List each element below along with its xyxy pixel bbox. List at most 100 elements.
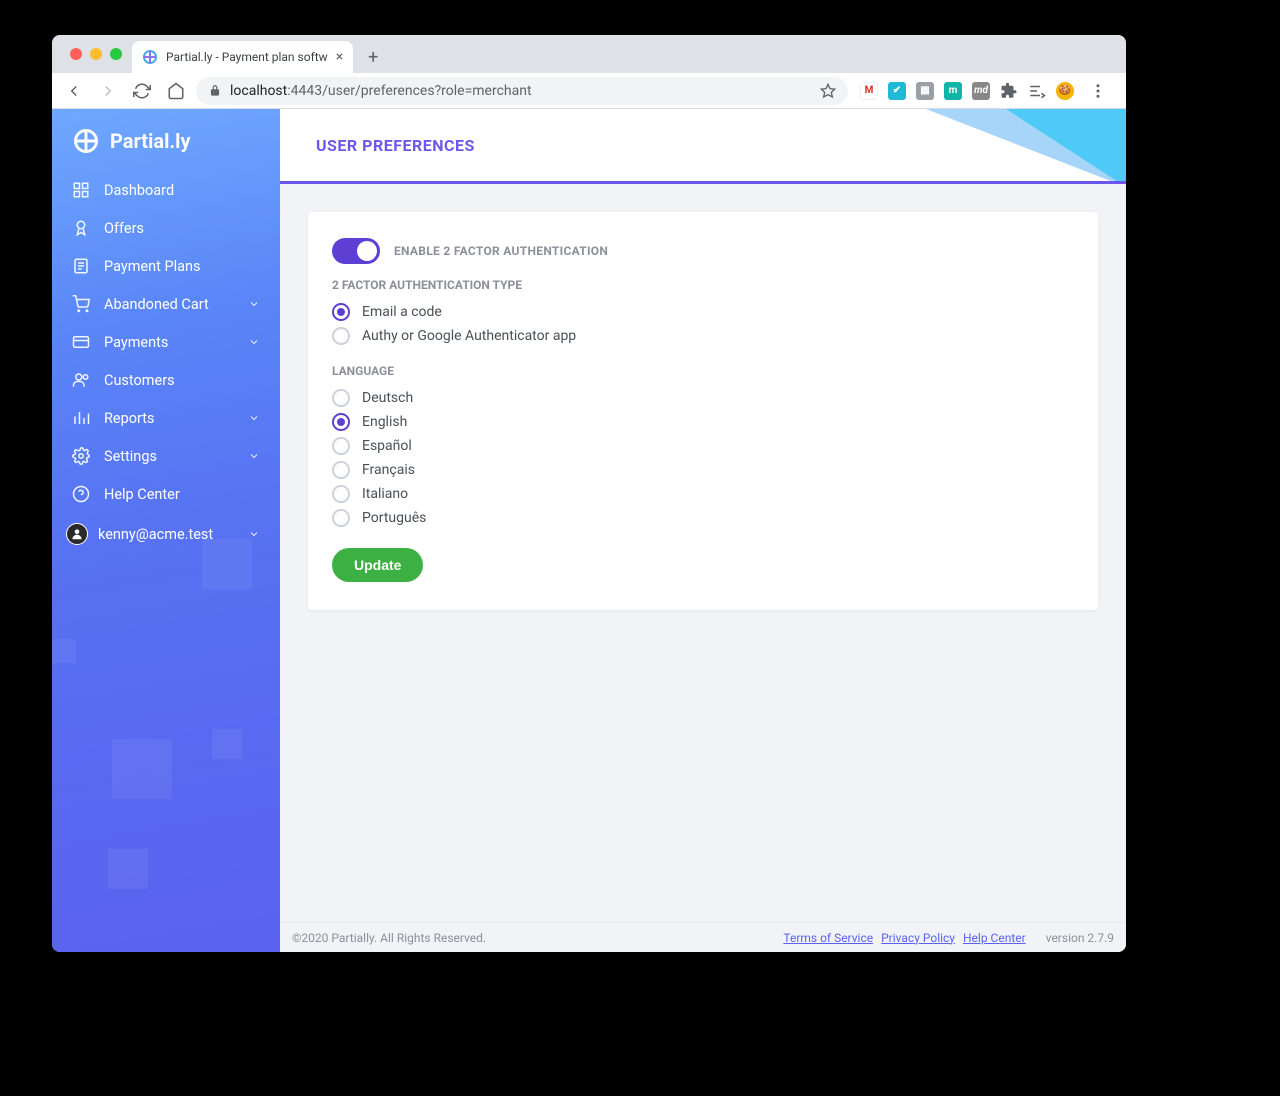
ext-icon-4[interactable]: m bbox=[944, 82, 962, 100]
language-option[interactable]: Deutsch bbox=[332, 386, 1074, 410]
footer: ©2020 Partially. All Rights Reserved. Te… bbox=[280, 922, 1126, 952]
url-input[interactable]: localhost:4443/user/preferences?role=mer… bbox=[196, 77, 848, 105]
sidebar-item-offers[interactable]: Offers bbox=[52, 209, 280, 247]
sidebar-item-reports[interactable]: Reports bbox=[52, 399, 280, 437]
home-button[interactable] bbox=[162, 77, 190, 105]
settings-icon bbox=[72, 447, 90, 465]
sidebar-item-label: Help Center bbox=[104, 486, 180, 503]
radio-label: Português bbox=[362, 510, 426, 526]
tab-title: Partial.ly - Payment plan softw bbox=[166, 50, 328, 64]
radio-icon bbox=[332, 303, 350, 321]
reports-icon bbox=[72, 409, 90, 427]
radio-label: Deutsch bbox=[362, 390, 413, 406]
radio-icon bbox=[332, 461, 350, 479]
chevron-down-icon bbox=[248, 298, 260, 310]
footer-copyright: ©2020 Partially. All Rights Reserved. bbox=[292, 931, 486, 945]
update-button[interactable]: Update bbox=[332, 548, 423, 582]
ext-icon-3[interactable]: ▦ bbox=[916, 82, 934, 100]
sidebar-item-label: Payments bbox=[104, 334, 168, 351]
header-art bbox=[906, 109, 1126, 181]
new-tab-button[interactable]: + bbox=[359, 43, 387, 71]
browser-window: Partial.ly - Payment plan softw × + loca… bbox=[52, 35, 1126, 952]
auth-type-option[interactable]: Email a code bbox=[332, 300, 1074, 324]
two-factor-toggle-row: ENABLE 2 FACTOR AUTHENTICATION bbox=[332, 238, 1074, 264]
browser-tab[interactable]: Partial.ly - Payment plan softw × bbox=[132, 41, 353, 73]
brand: Partial.ly bbox=[52, 109, 280, 167]
language-label: LANGUAGE bbox=[332, 364, 1074, 378]
sidebar-item-label: Payment Plans bbox=[104, 258, 201, 275]
language-option[interactable]: Français bbox=[332, 458, 1074, 482]
preferences-card: ENABLE 2 FACTOR AUTHENTICATION 2 FACTOR … bbox=[308, 212, 1098, 610]
language-option[interactable]: Português bbox=[332, 506, 1074, 530]
window-controls bbox=[60, 35, 132, 73]
bookmark-icon[interactable] bbox=[820, 83, 836, 99]
sidebar-item-customers[interactable]: Customers bbox=[52, 361, 280, 399]
sidebar-item-label: Reports bbox=[104, 410, 155, 427]
ext-icon-5[interactable]: md bbox=[972, 82, 990, 100]
sidebar-item-dashboard[interactable]: Dashboard bbox=[52, 171, 280, 209]
back-button[interactable] bbox=[60, 77, 88, 105]
radio-label: English bbox=[362, 414, 407, 430]
brand-logo-icon bbox=[72, 127, 100, 155]
footer-tos-link[interactable]: Terms of Service bbox=[783, 931, 873, 945]
offers-icon bbox=[72, 219, 90, 237]
reload-button[interactable] bbox=[128, 77, 156, 105]
radio-label: Email a code bbox=[362, 304, 442, 320]
minimize-window-button[interactable] bbox=[90, 48, 102, 60]
radio-label: Español bbox=[362, 438, 412, 454]
page-header: USER PREFERENCES bbox=[280, 109, 1126, 184]
close-window-button[interactable] bbox=[70, 48, 82, 60]
browser-menu-button[interactable] bbox=[1084, 77, 1112, 105]
plans-icon bbox=[72, 257, 90, 275]
sidebar-item-help-center[interactable]: Help Center bbox=[52, 475, 280, 513]
tab-bar: Partial.ly - Payment plan softw × + bbox=[52, 35, 1126, 73]
language-group: Deutsch English Español Français Italiano Por… bbox=[332, 386, 1074, 530]
dashboard-icon bbox=[72, 181, 90, 199]
content: USER PREFERENCES ENABLE 2 FACTOR AUTHENT… bbox=[280, 109, 1126, 952]
language-option[interactable]: Italiano bbox=[332, 482, 1074, 506]
radio-icon bbox=[332, 413, 350, 431]
page-title: USER PREFERENCES bbox=[316, 136, 475, 155]
forward-button[interactable] bbox=[94, 77, 122, 105]
footer-help-link[interactable]: Help Center bbox=[963, 931, 1026, 945]
customers-icon bbox=[72, 371, 90, 389]
sidebar-item-label: Abandoned Cart bbox=[104, 296, 209, 313]
radio-label: Français bbox=[362, 462, 415, 478]
sidebar-nav: Dashboard Offers Payment Plans Abandoned Ca… bbox=[52, 167, 280, 555]
footer-privacy-link[interactable]: Privacy Policy bbox=[881, 931, 955, 945]
body-area: ENABLE 2 FACTOR AUTHENTICATION 2 FACTOR … bbox=[280, 184, 1126, 638]
sidebar-item-label: Settings bbox=[104, 448, 157, 465]
extensions-button[interactable] bbox=[1000, 82, 1018, 100]
chevron-down-icon bbox=[248, 450, 260, 462]
chevron-down-icon bbox=[248, 336, 260, 348]
auth-type-option[interactable]: Authy or Google Authenticator app bbox=[332, 324, 1074, 348]
radio-label: Italiano bbox=[362, 486, 408, 502]
profile-avatar-icon[interactable]: 🍪 bbox=[1056, 82, 1074, 100]
user-email: kenny@acme.test bbox=[98, 526, 213, 543]
radio-icon bbox=[332, 327, 350, 345]
sidebar-item-payment-plans[interactable]: Payment Plans bbox=[52, 247, 280, 285]
address-bar: localhost:4443/user/preferences?role=mer… bbox=[52, 73, 1126, 109]
sidebar-item-payments[interactable]: Payments bbox=[52, 323, 280, 361]
extension-icons: M ✔ ▦ m md 🍪 bbox=[854, 77, 1118, 105]
sidebar-item-abandoned-cart[interactable]: Abandoned Cart bbox=[52, 285, 280, 323]
app-root: Partial.ly Dashboard Offers Payment Plans A… bbox=[52, 109, 1126, 952]
auth-type-group: Email a code Authy or Google Authenticato… bbox=[332, 300, 1074, 348]
user-avatar-icon bbox=[66, 523, 88, 545]
close-tab-button[interactable]: × bbox=[336, 49, 343, 65]
maximize-window-button[interactable] bbox=[110, 48, 122, 60]
ext-icon-2[interactable]: ✔ bbox=[888, 82, 906, 100]
cart-icon bbox=[72, 295, 90, 313]
sidebar-item-settings[interactable]: Settings bbox=[52, 437, 280, 475]
sidebar-user[interactable]: kenny@acme.test bbox=[52, 513, 280, 555]
radio-icon bbox=[332, 389, 350, 407]
language-option[interactable]: Español bbox=[332, 434, 1074, 458]
gmail-ext-icon[interactable]: M bbox=[860, 82, 878, 100]
sidebar-item-label: Offers bbox=[104, 220, 144, 237]
ext-icon-6[interactable] bbox=[1028, 82, 1046, 100]
favicon-icon bbox=[142, 49, 158, 65]
two-factor-toggle[interactable] bbox=[332, 238, 380, 264]
footer-version: version 2.7.9 bbox=[1046, 931, 1114, 945]
language-option[interactable]: English bbox=[332, 410, 1074, 434]
url-host: localhost:4443/user/preferences?role=mer… bbox=[230, 83, 532, 99]
